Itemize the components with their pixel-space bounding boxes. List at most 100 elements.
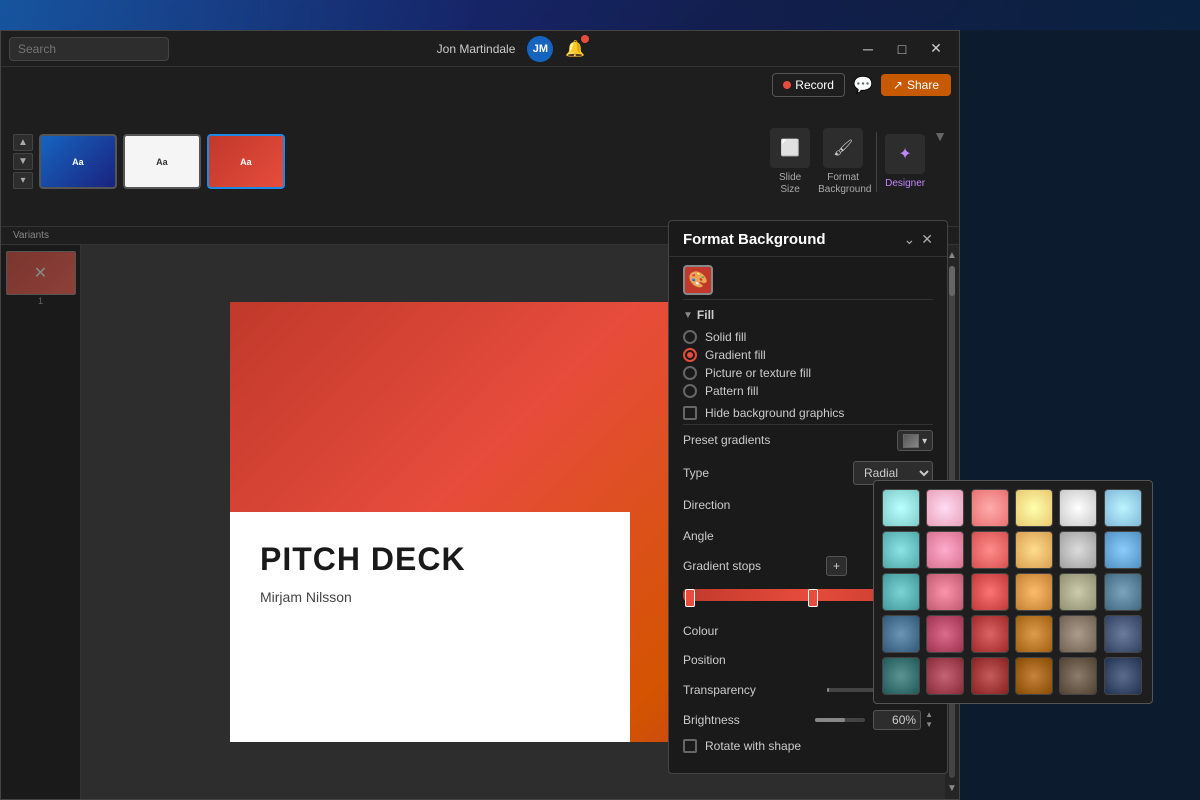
theme-scroll-down[interactable]: ▼ — [13, 153, 33, 170]
record-button[interactable]: Record — [772, 73, 845, 97]
theme-scroll-more[interactable]: ▾ — [13, 172, 33, 189]
preset-grid — [882, 489, 1144, 695]
preset-cell-4-5[interactable] — [1104, 657, 1142, 695]
preset-cell-4-0[interactable] — [882, 657, 920, 695]
transparency-slider[interactable] — [827, 688, 877, 692]
format-bg-button[interactable]: 🖌 — [823, 128, 863, 168]
angle-label: Angle — [683, 529, 714, 543]
preset-cell-3-1[interactable] — [926, 615, 964, 653]
minimize-button[interactable]: ─ — [853, 37, 883, 61]
preset-cell-4-2[interactable] — [971, 657, 1009, 695]
preset-cell-1-5[interactable] — [1104, 531, 1142, 569]
preset-cell-0-3[interactable] — [1015, 489, 1053, 527]
ribbon-expand-button[interactable]: ▼ — [933, 128, 947, 144]
solid-fill-radio[interactable]: Solid fill — [683, 330, 933, 344]
rotate-with-shape-checkbox[interactable] — [683, 739, 697, 753]
preset-cell-1-1[interactable] — [926, 531, 964, 569]
picture-fill-indicator — [683, 366, 697, 380]
preset-cell-2-1[interactable] — [926, 573, 964, 611]
preset-cell-0-2[interactable] — [971, 489, 1009, 527]
preset-cell-1-4[interactable] — [1059, 531, 1097, 569]
fill-section-header[interactable]: ▼ Fill — [669, 300, 947, 326]
search-input[interactable] — [9, 37, 169, 61]
preset-cell-3-0[interactable] — [882, 615, 920, 653]
preset-cell-0-5[interactable] — [1104, 489, 1142, 527]
share-button[interactable]: ↗ Share — [881, 74, 951, 96]
notification-icon[interactable]: 🔔 — [565, 39, 585, 59]
picture-fill-radio[interactable]: Picture or texture fill — [683, 366, 933, 380]
preset-cell-2-5[interactable] — [1104, 573, 1142, 611]
brightness-spinners: ▲ ▼ — [925, 710, 933, 729]
preset-cell-0-4[interactable] — [1059, 489, 1097, 527]
scroll-thumb[interactable] — [949, 266, 955, 296]
slide-1-thumb[interactable]: ✕ — [6, 251, 76, 295]
brightness-input[interactable] — [873, 710, 921, 730]
brightness-down-arrow[interactable]: ▼ — [925, 720, 933, 730]
comment-button[interactable]: 💬 — [853, 75, 873, 95]
preset-cell-3-5[interactable] — [1104, 615, 1142, 653]
slide-tools: ⬜ Slide Size 🖌 Format Background ✦ Desig… — [770, 128, 947, 196]
share-label: Share — [907, 78, 939, 92]
gradient-fill-radio[interactable]: Gradient fill — [683, 348, 933, 362]
share-icon: ↗ — [893, 78, 903, 92]
brightness-thumb — [815, 718, 845, 722]
preset-cell-2-0[interactable] — [882, 573, 920, 611]
preset-cell-4-3[interactable] — [1015, 657, 1053, 695]
theme-thumb-3[interactable]: Aa — [207, 134, 285, 189]
title-bar-right: ─ □ ✕ — [853, 37, 951, 61]
slide-1-thumb-wrap[interactable]: ✕ 1 — [6, 251, 76, 306]
theme-item-3[interactable]: Aa — [207, 134, 285, 189]
add-stop-button[interactable]: + — [826, 556, 847, 576]
preset-cell-4-1[interactable] — [926, 657, 964, 695]
avatar[interactable]: JM — [527, 36, 553, 62]
type-label: Type — [683, 466, 709, 480]
preset-cell-2-3[interactable] — [1015, 573, 1053, 611]
preset-cell-1-3[interactable] — [1015, 531, 1053, 569]
preset-cell-3-4[interactable] — [1059, 615, 1097, 653]
direction-label: Direction — [683, 498, 730, 512]
gradient-stop-1[interactable] — [685, 589, 695, 607]
hide-bg-checkbox-item[interactable]: Hide background graphics — [669, 402, 947, 424]
pattern-fill-radio[interactable]: Pattern fill — [683, 384, 933, 398]
brightness-slider[interactable] — [815, 718, 865, 722]
scroll-down-arrow[interactable]: ▼ — [944, 780, 960, 797]
maximize-button[interactable]: □ — [887, 37, 917, 61]
panel-close-button[interactable]: ✕ — [921, 231, 933, 248]
gradient-stops-label: Gradient stops — [683, 559, 761, 573]
preset-cell-1-0[interactable] — [882, 531, 920, 569]
slide-size-label: Slide Size — [779, 172, 801, 196]
fill-icon-tab-area: 🎨 — [669, 257, 947, 299]
brightness-row: Brightness ▲ ▼ — [669, 705, 947, 735]
theme-item-1[interactable]: Aa — [39, 134, 117, 189]
preset-cell-2-2[interactable] — [971, 573, 1009, 611]
theme-scroll-up[interactable]: ▲ — [13, 134, 33, 151]
slide-size-button[interactable]: ⬜ — [770, 128, 810, 168]
theme-item-2[interactable]: Aa — [123, 134, 201, 189]
preset-gradients-picker[interactable]: ▾ — [897, 430, 933, 451]
fill-icon-tab[interactable]: 🎨 — [683, 265, 713, 295]
preset-cell-0-0[interactable] — [882, 489, 920, 527]
title-bar: Jon Martindale JM 🔔 ─ □ ✕ — [1, 31, 959, 67]
panel-collapse-button[interactable]: ⌄ — [904, 231, 916, 248]
hide-bg-checkbox[interactable] — [683, 406, 697, 420]
gradient-stop-2[interactable] — [808, 589, 818, 607]
preset-cell-3-2[interactable] — [971, 615, 1009, 653]
user-name-label: Jon Martindale — [437, 42, 516, 56]
designer-button[interactable]: ✦ — [885, 134, 925, 174]
preset-gradients-popup — [873, 480, 1153, 704]
preset-cell-1-2[interactable] — [971, 531, 1009, 569]
preset-cell-2-4[interactable] — [1059, 573, 1097, 611]
theme-thumb-2[interactable]: Aa — [123, 134, 201, 189]
slide-size-group: ⬜ Slide Size — [770, 128, 810, 196]
preset-cell-0-1[interactable] — [926, 489, 964, 527]
panel-header: Format Background ⌄ ✕ — [669, 221, 947, 257]
theme-thumb-1[interactable]: Aa — [39, 134, 117, 189]
preset-cell-3-3[interactable] — [1015, 615, 1053, 653]
rotate-with-shape-item[interactable]: Rotate with shape — [669, 735, 947, 757]
panel-header-icons: ⌄ ✕ — [904, 231, 933, 248]
record-label: Record — [795, 78, 834, 92]
brightness-up-arrow[interactable]: ▲ — [925, 710, 933, 720]
preset-cell-4-4[interactable] — [1059, 657, 1097, 695]
title-bar-left — [9, 37, 169, 61]
close-button[interactable]: ✕ — [921, 37, 951, 61]
